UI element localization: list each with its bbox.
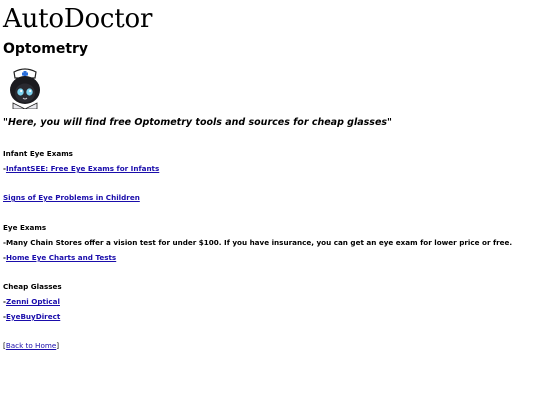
nurse-mascot-icon [5, 65, 45, 110]
eye-charts-link-line: -Home Eye Charts and Tests [3, 253, 116, 263]
zenni-optical-link[interactable]: Zenni Optical [6, 297, 60, 306]
close-bracket: ] [56, 341, 60, 350]
eye-exams-heading: Eye Exams [3, 223, 47, 232]
zenni-link-line: -Zenni Optical [3, 297, 60, 307]
site-logo: AutoDoctor [3, 4, 153, 34]
back-to-home-link[interactable]: Back to Home [6, 341, 56, 350]
page: AutoDoctor Optometry "Here, you will fin… [0, 0, 540, 405]
page-title: Optometry [3, 41, 89, 57]
home-eye-charts-link[interactable]: Home Eye Charts and Tests [6, 253, 116, 262]
eyebuydirect-link-line: -EyeBuyDirect [3, 312, 60, 322]
eyebuydirect-link[interactable]: EyeBuyDirect [6, 312, 60, 321]
cheap-glasses-heading: Cheap Glasses [3, 282, 62, 291]
tagline: "Here, you will find free Optometry tool… [3, 117, 392, 128]
chain-stores-note: -Many Chain Stores offer a vision test f… [3, 238, 513, 247]
infant-eye-exams-heading: Infant Eye Exams [3, 149, 73, 158]
children-link-line: Signs of Eye Problems in Children [3, 193, 140, 203]
infant-link-line: -InfantSEE: Free Eye Exams for Infants [3, 164, 159, 174]
back-home-line: [Back to Home] [3, 341, 59, 351]
infantsee-link[interactable]: InfantSEE: Free Eye Exams for Infants [6, 164, 159, 173]
eye-problems-children-link[interactable]: Signs of Eye Problems in Children [3, 193, 140, 202]
